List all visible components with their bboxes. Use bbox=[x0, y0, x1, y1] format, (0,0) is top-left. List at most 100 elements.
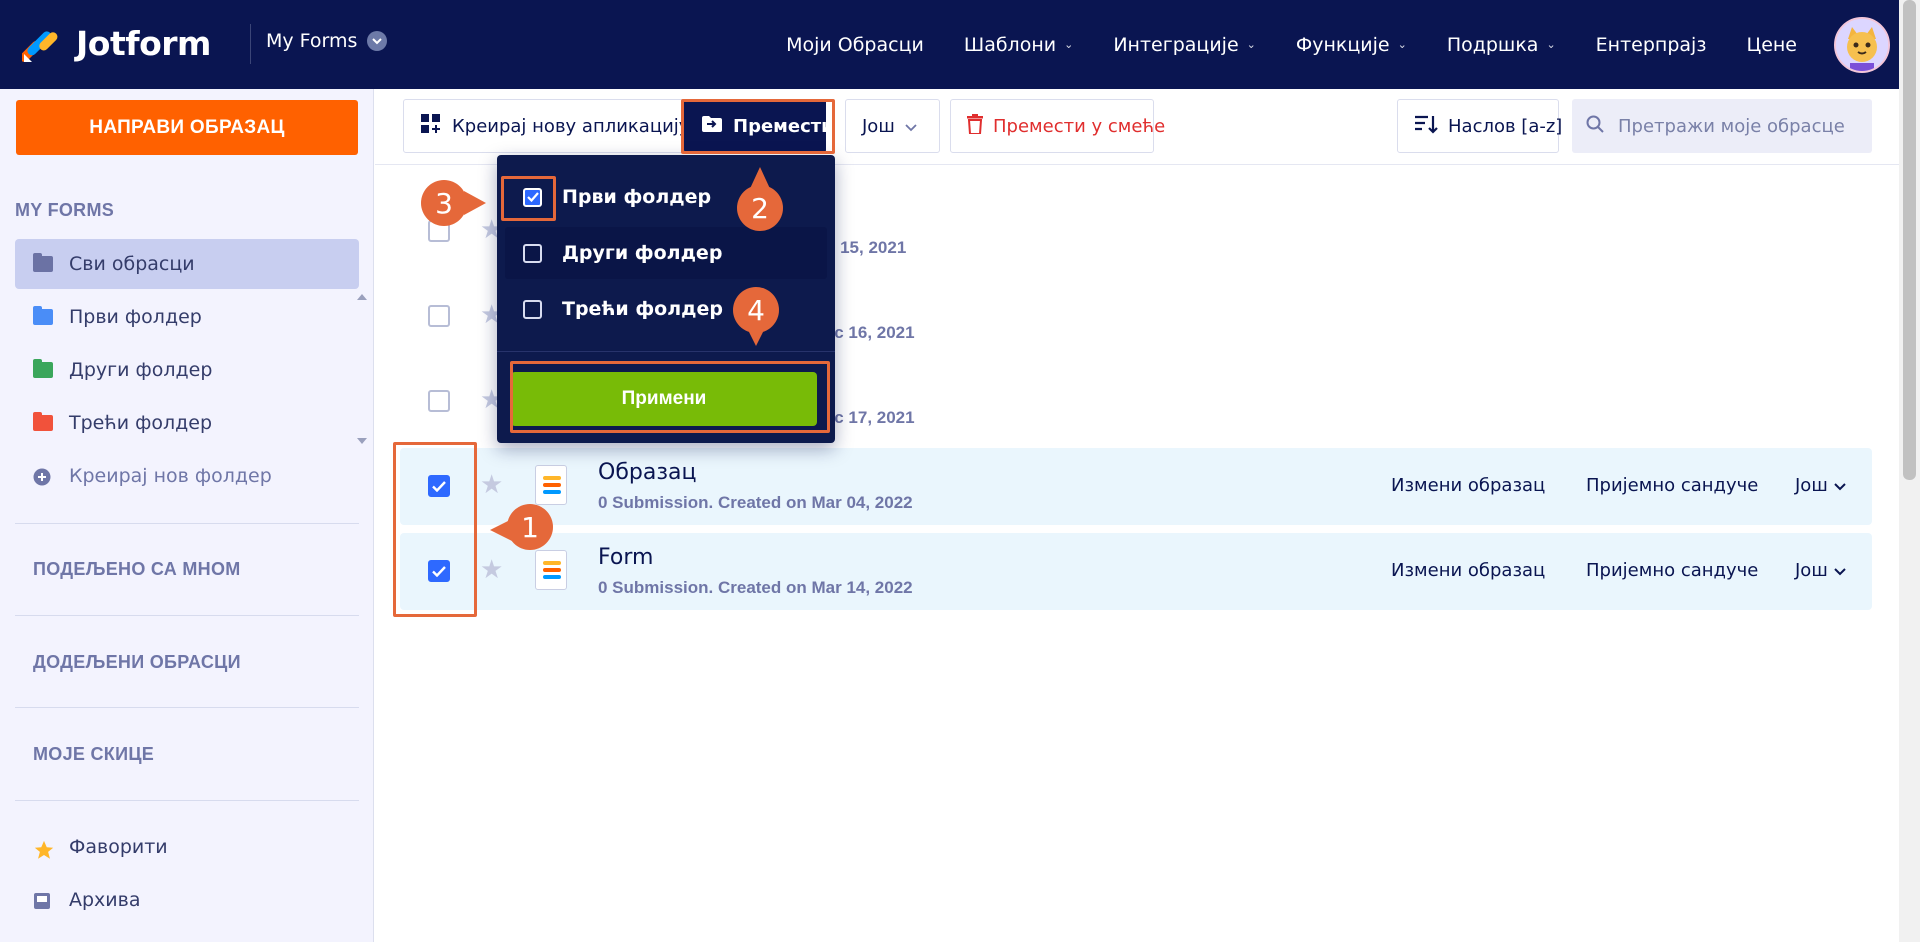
annotation-badge: 3 bbox=[421, 180, 467, 226]
sidebar-item-label: Први фолдер bbox=[69, 306, 202, 328]
divider bbox=[15, 707, 359, 708]
row-more-button[interactable]: Још bbox=[1795, 475, 1846, 496]
star-icon[interactable]: ★ bbox=[480, 556, 503, 582]
inbox-link[interactable]: Пријемно сандуче bbox=[1586, 475, 1758, 496]
my-forms-label: My Forms bbox=[266, 30, 358, 52]
jotform-logo[interactable]: Jotform bbox=[19, 24, 211, 64]
sidebar-item-all-forms[interactable]: Сви обрасци bbox=[15, 239, 359, 289]
chevron-down-icon: ⌄ bbox=[1064, 38, 1074, 51]
trash-icon bbox=[967, 113, 983, 139]
search-icon bbox=[1586, 115, 1604, 138]
nav-support[interactable]: Подршка ⌄ bbox=[1447, 34, 1556, 56]
nav-label: Подршка bbox=[1446, 33, 1539, 56]
sort-label: Наслов [a-z] bbox=[1448, 115, 1563, 137]
sidebar-item-folder-2[interactable]: Други фолдер bbox=[15, 345, 359, 395]
folder-checkbox[interactable] bbox=[523, 299, 542, 319]
nav-label: Моји Обрасци bbox=[786, 33, 924, 56]
nav-features[interactable]: Функције ⌄ bbox=[1296, 34, 1407, 56]
search-input[interactable] bbox=[1618, 115, 1858, 137]
sidebar-item-label: Сви обрасци bbox=[69, 253, 195, 275]
create-form-button[interactable]: НАПРАВИ ОБРАЗАЦ bbox=[16, 100, 358, 155]
nav-label: Ентерпрајз bbox=[1595, 33, 1707, 56]
annotation-highlight-row-checkboxes bbox=[393, 442, 477, 617]
sidebar-scrollbar[interactable] bbox=[356, 294, 367, 444]
sidebar-create-folder[interactable]: Креирај нов фолдер bbox=[15, 451, 359, 501]
nav-my-forms[interactable]: Моји Обрасци bbox=[786, 34, 924, 56]
sidebar-heading: MY FORMS bbox=[15, 200, 115, 220]
form-row[interactable]: ★ Образац 0 Submission. Created on Mar 0… bbox=[400, 448, 1872, 525]
divider bbox=[497, 351, 835, 352]
sidebar: НАПРАВИ ОБРАЗАЦ MY FORMS Сви обрасци Прв… bbox=[0, 89, 374, 942]
move-to-trash-button[interactable]: Премести у смеће bbox=[950, 99, 1165, 153]
sidebar-item-label: Други фолдер bbox=[69, 359, 213, 381]
sidebar-assigned-forms[interactable]: ДОДЕЉЕНИ ОБРАСЦИ bbox=[33, 652, 241, 673]
sidebar-item-folder-3[interactable]: Трећи фолдер bbox=[15, 398, 359, 448]
inbox-link[interactable]: Пријемно сандуче bbox=[1586, 560, 1758, 581]
sidebar-item-label: Архива bbox=[69, 889, 141, 911]
nav-pricing[interactable]: Цене bbox=[1746, 34, 1797, 56]
sort-button[interactable]: Наслов [a-z] bbox=[1397, 99, 1563, 153]
sidebar-favorites[interactable]: Фаворити bbox=[15, 822, 359, 872]
form-icon bbox=[535, 465, 567, 505]
nav-label: Интеграције bbox=[1113, 33, 1239, 56]
scrollbar-thumb[interactable] bbox=[1903, 0, 1916, 480]
search-box[interactable] bbox=[1572, 99, 1872, 153]
sidebar-item-label: Трећи фолдер bbox=[69, 412, 213, 434]
folder-icon bbox=[33, 305, 53, 326]
create-app-button[interactable]: Креирај нову апликацију bbox=[403, 99, 707, 153]
trash-label: Премести у смеће bbox=[993, 115, 1166, 137]
sidebar-item-label: Фаворити bbox=[69, 836, 168, 858]
annotation-highlight-move-to bbox=[681, 99, 835, 154]
row-checkbox[interactable] bbox=[428, 305, 450, 327]
top-navigation: Jotform My Forms Моји Обрасци Шаблони ⌄ И… bbox=[0, 0, 1920, 89]
page-scrollbar[interactable] bbox=[1899, 0, 1920, 942]
archive-icon bbox=[33, 892, 53, 909]
dropdown-folder-2[interactable]: Други фолдер bbox=[505, 227, 827, 279]
divider bbox=[15, 523, 359, 524]
nav-label: Шаблони bbox=[963, 33, 1057, 56]
folder-icon bbox=[33, 411, 53, 432]
chevron-down-icon bbox=[1833, 475, 1846, 496]
folder-label: Други фолдер bbox=[562, 242, 723, 264]
folder-label: Први фолдер bbox=[562, 186, 712, 208]
more-actions-button[interactable]: Још bbox=[845, 99, 940, 153]
annotation-badge: 2 bbox=[737, 185, 783, 231]
form-meta: 0 Submission. Created on Mar 04, 2022 bbox=[598, 493, 913, 512]
chevron-down-icon bbox=[1833, 560, 1846, 581]
sort-icon bbox=[1414, 114, 1438, 139]
edit-form-link[interactable]: Измени образац bbox=[1391, 560, 1545, 581]
form-title[interactable]: Образац bbox=[598, 460, 696, 485]
form-meta: ес 17, 2021 bbox=[825, 408, 915, 427]
chevron-down-icon bbox=[905, 116, 917, 137]
form-meta: о 15, 2021 bbox=[825, 238, 907, 257]
main-menu: Моји Обрасци Шаблони ⌄ Интеграције ⌄ Функц… bbox=[746, 0, 1797, 89]
folder-icon bbox=[33, 252, 53, 273]
nav-templates[interactable]: Шаблони ⌄ bbox=[964, 34, 1073, 56]
folder-checkbox[interactable] bbox=[523, 243, 542, 263]
row-checkbox[interactable] bbox=[428, 390, 450, 412]
user-avatar[interactable] bbox=[1834, 17, 1890, 73]
nav-enterprise[interactable]: Ентерпрајз bbox=[1596, 34, 1707, 56]
form-meta: 0 Submission. Created on Mar 14, 2022 bbox=[598, 578, 913, 597]
more-label: Још bbox=[1795, 560, 1828, 581]
folder-icon bbox=[33, 358, 53, 379]
divider bbox=[15, 800, 359, 801]
form-title[interactable]: Form bbox=[598, 545, 653, 570]
my-forms-switcher[interactable]: My Forms bbox=[266, 30, 388, 52]
sidebar-archive[interactable]: Архива bbox=[15, 875, 359, 925]
nav-integrations[interactable]: Интеграције ⌄ bbox=[1113, 34, 1256, 56]
nav-label: Функције bbox=[1295, 33, 1390, 56]
more-label: Још bbox=[862, 115, 895, 137]
sidebar-my-drafts[interactable]: МОЈЕ СКИЦЕ bbox=[33, 744, 154, 765]
annotation-badge: 1 bbox=[507, 504, 553, 550]
edit-form-link[interactable]: Измени образац bbox=[1391, 475, 1545, 496]
logo-wordmark: Jotform bbox=[76, 24, 211, 63]
star-icon[interactable]: ★ bbox=[480, 471, 503, 497]
form-row[interactable]: ★ Form 0 Submission. Created on Mar 14, … bbox=[400, 533, 1872, 610]
form-icon bbox=[535, 550, 567, 590]
sidebar-shared-with-me[interactable]: ПОДЕЉЕНО СА МНОМ bbox=[33, 559, 241, 580]
sidebar-item-folder-1[interactable]: Први фолдер bbox=[15, 292, 359, 342]
row-more-button[interactable]: Још bbox=[1795, 560, 1846, 581]
star-icon bbox=[33, 839, 54, 859]
annotation-badge: 4 bbox=[733, 287, 779, 333]
